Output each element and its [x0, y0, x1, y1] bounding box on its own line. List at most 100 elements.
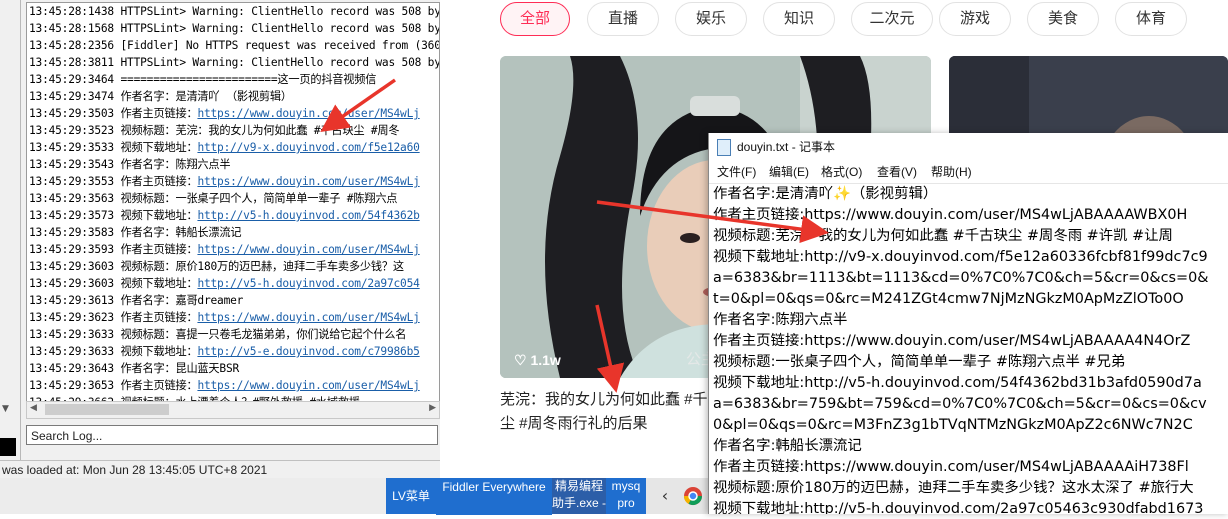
- log-timestamp: 13:45:28:3811: [29, 56, 114, 69]
- category-tab[interactable]: 知识: [763, 2, 835, 36]
- windows-taskbar: LV菜单 Fiddler Everywhere 精易编程助手.exe - mys…: [0, 478, 710, 515]
- category-tab[interactable]: 全部: [500, 2, 570, 36]
- scroll-down-icon[interactable]: ▼: [2, 404, 9, 414]
- notepad-menu-item[interactable]: 帮助(H): [931, 161, 972, 183]
- notepad-icon: [717, 139, 731, 156]
- log-line: 13:45:29:3563 视频标题：一张桌子四个人，简简单单一辈子 #陈翔六点: [29, 190, 397, 207]
- notepad-line: 视频下载地址:http://v5-h.douyinvod.com/54f4362…: [713, 375, 1202, 391]
- notepad-menu-item[interactable]: 格式(O): [821, 161, 862, 183]
- likes-count: ♡ 1.1w: [514, 352, 561, 369]
- horizontal-scrollbar[interactable]: ◀ ▶: [26, 401, 440, 419]
- log-message: 作者名字：陈翔六点半: [120, 158, 231, 171]
- search-log-input[interactable]: Search Log...: [26, 425, 438, 445]
- log-message: 作者主页链接：: [120, 107, 198, 120]
- notepad-line: 作者名字:是清清吖✨（影视剪辑）: [713, 186, 938, 202]
- log-timestamp: 13:45:29:3623: [29, 311, 114, 324]
- log-link[interactable]: https://www.douyin.com/user/MS4wLj: [197, 107, 419, 120]
- log-timestamp: 13:45:29:3573: [29, 209, 114, 222]
- log-timestamp: 13:45:29:3563: [29, 192, 114, 205]
- log-line: 13:45:29:3633 视频标题：喜提一只卷毛龙猫弟弟，你们说给它起个什么名: [29, 326, 406, 343]
- notepad-line: a=6383&br=759&bt=759&cd=0%7C0%7C0&ch=5&c…: [713, 396, 1207, 412]
- log-link[interactable]: http://v9-x.douyinvod.com/f5e12a60: [197, 141, 419, 154]
- log-line: 13:45:29:3573 视频下载地址：http://v5-h.douyinv…: [29, 207, 420, 224]
- log-link[interactable]: https://www.douyin.com/user/MS4wLj: [197, 175, 419, 188]
- log-timestamp: 13:45:29:3603: [29, 260, 114, 273]
- log-line: 13:45:29:3623 作者主页链接：https://www.douyin.…: [29, 309, 420, 326]
- notepad-menu-item[interactable]: 编辑(E): [769, 161, 809, 183]
- log-timestamp: 13:45:29:3653: [29, 379, 114, 392]
- category-tab[interactable]: 美食: [1027, 2, 1099, 36]
- log-link[interactable]: http://v5-h.douyinvod.com/54f4362b: [197, 209, 419, 222]
- log-timestamp: 13:45:29:3643: [29, 362, 114, 375]
- log-message: 视频标题：一张桌子四个人，简简单单一辈子 #陈翔六点: [120, 192, 398, 205]
- log-message: 视频下载地址：: [120, 277, 198, 290]
- log-message: 作者主页链接：: [120, 311, 198, 324]
- log-line: 13:45:29:3653 作者主页链接：https://www.douyin.…: [29, 377, 420, 394]
- category-tab[interactable]: 二次元: [851, 2, 933, 36]
- notepad-line: 作者主页链接:https://www.douyin.com/user/MS4wL…: [713, 459, 1189, 475]
- log-timestamp: 13:45:29:3553: [29, 175, 114, 188]
- log-line: 13:45:29:3603 视频标题：原价180万的迈巴赫，迪拜二手车卖多少钱？…: [29, 258, 404, 275]
- log-message: 视频下载地址：: [120, 345, 198, 358]
- notepad-line: t=0&pl=0&qs=0&rc=M241ZGt4cmw7NjMzNGkzM0A…: [713, 291, 1184, 307]
- taskbar-item-jingyi[interactable]: 精易编程助手.exe -: [552, 478, 606, 514]
- notepad-title: douyin.txt - 记事本: [737, 140, 836, 154]
- log-message: [Fiddler] No HTTPS request was received …: [120, 39, 440, 52]
- notepad-menu-item[interactable]: 查看(V): [877, 161, 917, 183]
- log-timestamp: 13:45:29:3474: [29, 90, 114, 103]
- log-line: 13:45:29:3633 视频下载地址：http://v5-e.douyinv…: [29, 343, 420, 360]
- category-tab[interactable]: 直播: [587, 2, 659, 36]
- notepad-line: 作者主页链接:https://www.douyin.com/user/MS4wL…: [713, 207, 1188, 223]
- log-message: 作者主页链接：: [120, 379, 198, 392]
- log-timestamp: 13:45:29:3464: [29, 73, 114, 86]
- log-message: HTTPSLint> Warning: ClientHello record w…: [120, 56, 440, 69]
- log-message: 视频标题：原价180万的迈巴赫，迪拜二手车卖多少钱？这: [120, 260, 405, 273]
- log-timestamp: 13:45:29:3593: [29, 243, 114, 256]
- log-link[interactable]: https://www.douyin.com/user/MS4wLj: [197, 311, 419, 324]
- log-message: 作者主页链接：: [120, 243, 198, 256]
- scroll-left-icon[interactable]: ◀: [30, 403, 37, 413]
- chrome-icon[interactable]: [676, 478, 710, 514]
- taskbar-item-fiddler[interactable]: Fiddler Everywhere: [436, 478, 552, 515]
- notepad-line: a=6383&br=1113&bt=1113&cd=0%7C0%7C0&ch=5…: [713, 270, 1209, 286]
- notepad-window: douyin.txt - 记事本 文件(F) 编辑(E) 格式(O) 查看(V) 帮助(…: [708, 133, 1228, 514]
- notepad-titlebar[interactable]: douyin.txt - 记事本: [709, 133, 1228, 161]
- notepad-line: 视频标题:一张桌子四个人，简简单单一辈子 #陈翔六点半 #兄弟: [713, 354, 1126, 370]
- likes-value: 1.1w: [530, 352, 561, 368]
- log-line: 13:45:29:3523 视频标题：芜浣：我的女儿为何如此蠢 #千古玦尘 #周…: [29, 122, 400, 139]
- log-line: 13:45:29:3533 视频下载地址：http://v9-x.douyinv…: [29, 139, 420, 156]
- log-timestamp: 13:45:29:3633: [29, 345, 114, 358]
- log-line: 13:45:29:3503 作者主页链接：https://www.douyin.…: [29, 105, 420, 122]
- log-textbox[interactable]: 13:45:28:1438 HTTPSLint> Warning: Client…: [26, 2, 440, 402]
- log-timestamp: 13:45:29:3613: [29, 294, 114, 307]
- scroll-right-icon[interactable]: ▶: [429, 403, 436, 413]
- log-message: 作者名字：嘉哥dreamer: [120, 294, 244, 307]
- log-link[interactable]: https://www.douyin.com/user/MS4wLj: [197, 379, 419, 392]
- category-tab[interactable]: 体育: [1115, 2, 1187, 36]
- category-tab[interactable]: 游戏: [939, 2, 1011, 36]
- log-link[interactable]: http://v5-e.douyinvod.com/c79986b5: [197, 345, 419, 358]
- notepad-line: 作者名字:陈翔六点半: [713, 312, 848, 328]
- log-line: 13:45:29:3643 作者名字：昆山蓝天BSR: [29, 360, 239, 377]
- log-message: 作者名字：韩船长漂流记: [120, 226, 242, 239]
- notepad-line: 视频标题:原价180万的迈巴赫，迪拜二手车卖多少钱？这水太深了 #旅行大: [713, 480, 1194, 496]
- log-line: 13:45:29:3543 作者名字：陈翔六点半: [29, 156, 231, 173]
- log-line: 13:45:28:3811 HTTPSLint> Warning: Client…: [29, 54, 440, 71]
- log-timestamp: 13:45:29:3603: [29, 277, 114, 290]
- notepad-line: 作者名字:韩船长漂流记: [713, 438, 862, 454]
- category-tab[interactable]: 娱乐: [675, 2, 747, 36]
- taskbar-item-mysql[interactable]: mysq pro: [606, 478, 646, 514]
- taskbar-item-lv[interactable]: LV菜单: [386, 478, 436, 514]
- log-link[interactable]: https://www.douyin.com/user/MS4wLj: [197, 243, 419, 256]
- notepad-line: 0&pl=0&qs=0&rc=M3FnZ3g1bTVqNTMzNGkzM0ApZ…: [713, 417, 1193, 433]
- notepad-menu-item[interactable]: 文件(F): [717, 161, 756, 183]
- taskbar-empty-area: [0, 478, 386, 514]
- scrollbar-thumb[interactable]: [45, 404, 169, 415]
- log-line: 13:45:29:3553 作者主页链接：https://www.douyin.…: [29, 173, 420, 190]
- log-link[interactable]: http://v5-h.douyinvod.com/2a97c054: [197, 277, 419, 290]
- log-timestamp: 13:45:29:3543: [29, 158, 114, 171]
- log-message: 作者名字：是清清吖 （影视剪辑）: [120, 90, 293, 103]
- notepad-text-area[interactable]: 作者名字:是清清吖✨（影视剪辑） 作者主页链接:https://www.douyi…: [713, 184, 1228, 514]
- log-line: 13:45:29:3593 作者主页链接：https://www.douyin.…: [29, 241, 420, 258]
- log-line: 13:45:28:2356 [Fiddler] No HTTPS request…: [29, 37, 440, 54]
